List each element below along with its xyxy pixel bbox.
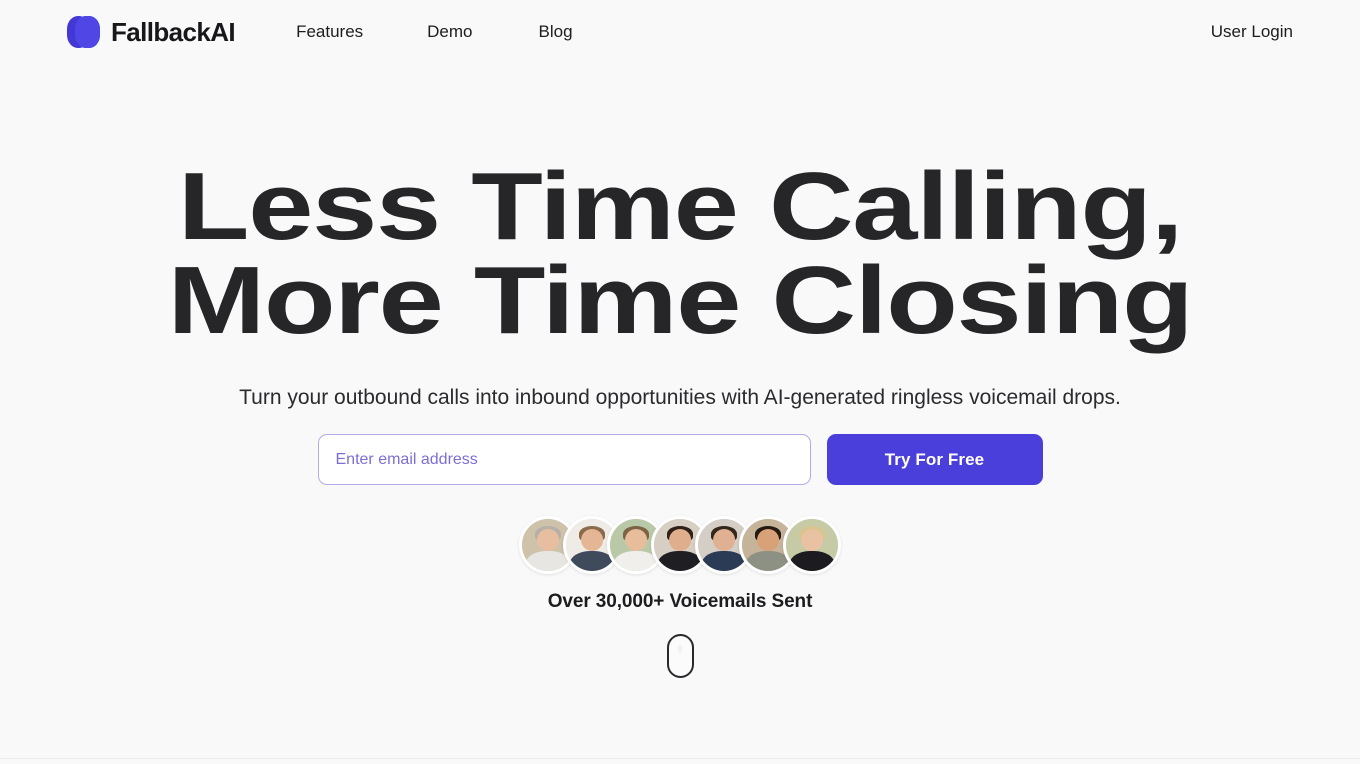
avatar-person-7 (783, 516, 841, 574)
page-bottom-divider (0, 758, 1360, 759)
fallbackai-logo-icon (67, 14, 100, 50)
signup-form: Try For Free (317, 434, 1043, 485)
nav-item-features[interactable]: Features (296, 22, 363, 42)
hero-headline: Less Time Calling, More Time Closing (167, 153, 1194, 354)
user-login-link[interactable]: User Login (1211, 22, 1293, 42)
nav-item-blog[interactable]: Blog (539, 22, 573, 42)
try-for-free-button[interactable]: Try For Free (826, 434, 1043, 485)
scroll-wheel-dot (678, 645, 682, 653)
nav-item-demo[interactable]: Demo (427, 22, 472, 42)
hero-section: Less Time Calling, More Time Closing Tur… (0, 64, 1360, 678)
hero-subtitle: Turn your outbound calls into inbound op… (239, 386, 1121, 409)
headline-line-2: More Time Closing (167, 247, 1194, 354)
brand-name: FallbackAI (111, 16, 236, 47)
brand-logo[interactable]: FallbackAI (67, 14, 236, 50)
headline-line-1: Less Time Calling, (177, 153, 1183, 260)
mouse-scroll-icon[interactable] (666, 634, 694, 678)
site-header: FallbackAI Features Demo Blog User Login (0, 0, 1360, 64)
email-input[interactable] (317, 434, 811, 485)
header-actions: User Login (1211, 22, 1293, 42)
customer-avatar-group (519, 516, 841, 574)
social-proof-text: Over 30,000+ Voicemails Sent (547, 591, 813, 612)
primary-nav: Features Demo Blog (296, 22, 572, 42)
